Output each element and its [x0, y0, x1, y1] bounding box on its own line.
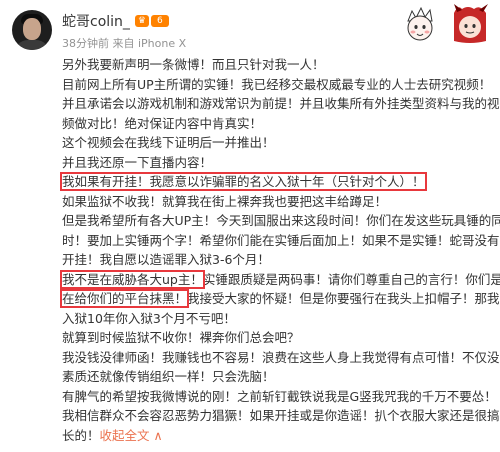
content-text: 但是我希望所有各大UP主！今天到国服出来这段时间！你们在发这些玩具锤的同 [62, 213, 500, 228]
vip-badge-icon[interactable]: ♛ [134, 15, 149, 27]
content-line: 我相信群众不会容忍恶势力猖獗！如果开挂或是你造谣！扒个衣服大家还是很搞 [62, 406, 500, 426]
content-line: 我不是在威胁各大up主！实锤跟质疑是两码事！请你们尊重自己的言行！你们是 [60, 269, 500, 290]
content-line: 目前网上所有UP主所谓的实锤！我已经移交最权威最专业的人士去研究视频！ [62, 75, 500, 95]
content-text: 另外我要新声明一条微博！而且只针对我一人！ [62, 57, 325, 72]
content-line: 素质还就像传销组织一样！只会洗脑！ [62, 367, 500, 387]
content-text: 这个视频会在我线下证明后一并推出！ [62, 135, 275, 150]
author-name[interactable]: 蛇哥colin_ [62, 11, 130, 31]
content-line: 并且我还原一下直播内容！ [62, 153, 500, 173]
content-text: 我没钱没律师函！我赚钱也不容易！浪费在这些人身上我觉得有点可惜！不仅没 [62, 349, 500, 365]
content-text: 我相信群众不会容忍恶势力猖獗！如果开挂或是你造谣！扒个衣服大家还是很搞 [62, 408, 500, 423]
cartoon-card-decoration [407, 4, 488, 43]
author-row: 蛇哥colin_ ♛ 6 [62, 11, 169, 31]
content-line: 并且承诺会以游戏机制和游戏常识为前提！并且收集所有外挂类型资料与我的视 [62, 94, 500, 114]
level-badge-icon[interactable]: 6 [150, 15, 169, 27]
content-line: 有脾气的希望按我微博说的刚！之前斩钉截铁说我是G竖我咒我的千万不要怂！ [62, 387, 500, 407]
content-line: 另外我要新声明一条微博！而且只针对我一人！ [62, 55, 500, 75]
content-line: 入狱10年你入狱3个月不亏吧！ [62, 309, 500, 329]
weibo-post: 蛇哥colin_ ♛ 6 38分钟前 来自 iPhone X 另外我要新声明一条… [0, 0, 500, 452]
user-avatar[interactable] [12, 10, 52, 50]
avatar-shirt [14, 40, 50, 50]
content-text: 开挂！我自愿以造谣罪入狱3-6个月！ [62, 252, 270, 267]
highlighted-text-box: 我如果有开挂！我愿意以诈骗罪的名义入狱十年（只针对个人）！ [60, 172, 427, 191]
collapse-full-text-link[interactable]: 收起全文 ∧ [100, 428, 163, 443]
content-text: 我接受大家的怀疑！但是你要强行在我头上扣帽子！那我 [187, 291, 500, 306]
content-text: 并且承诺会以游戏机制和游戏常识为前提！并且收集所有外挂类型资料与我的视 [62, 96, 500, 111]
highlighted-text-box: 我不是在威胁各大up主！ [60, 269, 205, 289]
post-source: 来自 iPhone X [112, 37, 187, 50]
content-line: 这个视频会在我线下证明后一并推出！ [62, 133, 500, 153]
content-line: 我如果有开挂！我愿意以诈骗罪的名义入狱十年（只针对个人）！ [60, 172, 500, 192]
avatar-face [23, 18, 41, 40]
post-content: 另外我要新声明一条微博！而且只针对我一人！ 目前网上所有UP主所谓的实锤！我已经… [59, 55, 500, 446]
post-time[interactable]: 38分钟前 [62, 37, 109, 50]
content-line: 在给你们的平台抹黑！我接受大家的怀疑！但是你要强行在我头上扣帽子！那我 [59, 289, 500, 309]
post-meta: 38分钟前 来自 iPhone X [62, 35, 186, 51]
content-line: 开挂！我自愿以造谣罪入狱3-6个月！ [62, 250, 500, 270]
content-line: 时！要加上实锤两个字！希望你们能在实锤后面加上！如果不是实锤！蛇哥没有 [62, 231, 500, 251]
content-line: 长的！收起全文 ∧ [62, 426, 500, 446]
content-text: 目前网上所有UP主所谓的实锤！我已经移交最权威最专业的人士去研究视频！ [62, 76, 492, 92]
content-text: 素质还就像传销组织一样！只会洗脑！ [62, 369, 275, 384]
content-line: 我没钱没律师函！我赚钱也不容易！浪费在这些人身上我觉得有点可惜！不仅没 [62, 348, 500, 368]
content-text: 时！要加上实锤两个字！希望你们能在实锤后面加上！如果不是实锤！蛇哥没有 [62, 232, 500, 248]
content-text: 实锤跟质疑是两码事！请你们尊重自己的言行！你们是 [202, 271, 500, 287]
content-line: 就算到时候监狱不收你！裸奔你们总会吧？ [62, 328, 500, 348]
content-text: 就算到时候监狱不收你！裸奔你们总会吧？ [62, 330, 300, 345]
content-line: 但是我希望所有各大UP主！今天到国服出来这段时间！你们在发这些玩具锤的同 [62, 211, 500, 231]
content-line: 如果监狱不收我！就算我在街上裸奔我也要把这丰给蹲足！ [62, 192, 500, 212]
content-text: 有脾气的希望按我微博说的刚！之前斩钉截铁说我是G竖我咒我的千万不要怂！ [62, 388, 497, 404]
content-text: 如果监狱不收我！就算我在街上裸奔我也要把这丰给蹲足！ [62, 193, 388, 209]
highlighted-text-box: 在给你们的平台抹黑！ [59, 289, 190, 308]
content-text: 并且我还原一下直播内容！ [62, 154, 213, 170]
content-line: 频做对比！绝对保证内容中肯真实！ [62, 114, 500, 134]
content-text: 长的！ [62, 427, 100, 443]
content-text: 频做对比！绝对保证内容中肯真实！ [62, 115, 263, 131]
content-text: 入狱10年你入狱3个月不亏吧！ [62, 310, 236, 326]
